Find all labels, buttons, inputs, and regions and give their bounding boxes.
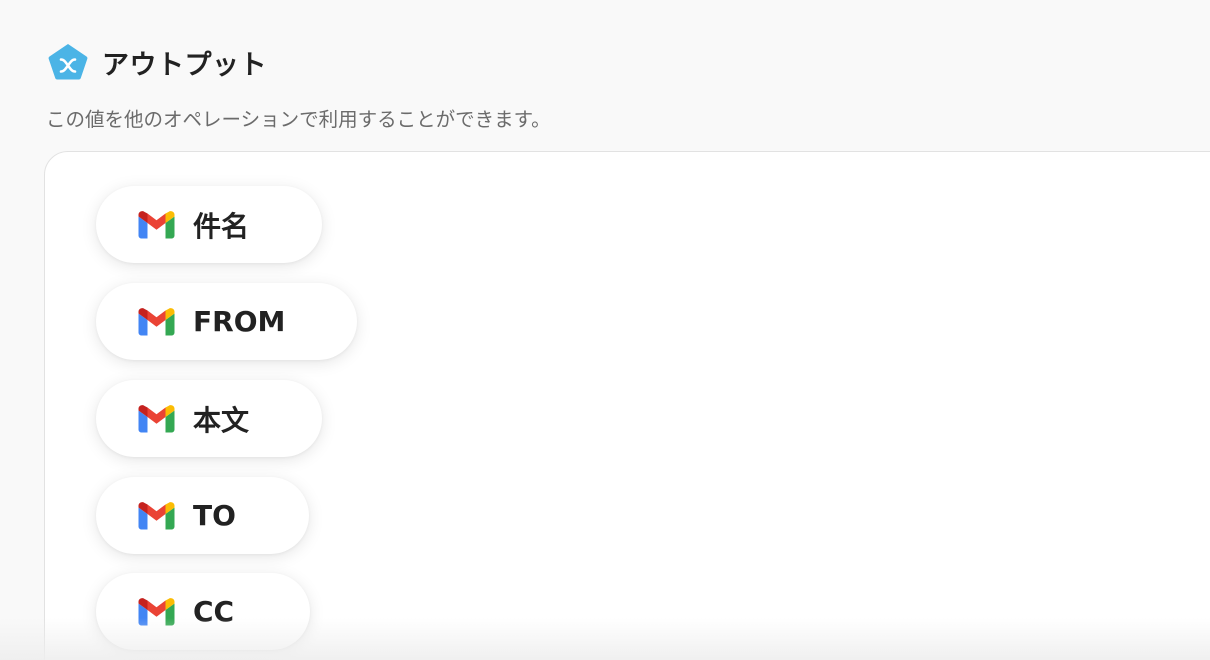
output-chip-cc[interactable]: CC — [96, 573, 310, 650]
gmail-icon — [138, 307, 175, 335]
gmail-icon — [138, 404, 175, 432]
output-panel: 件名 FROM 本文 TO CC — [44, 151, 1210, 660]
output-page: アウトプット この値を他のオペレーションで利用することができます。 件名 FRO… — [0, 0, 1210, 660]
output-chip-subject[interactable]: 件名 — [96, 186, 322, 263]
output-chip-label: FROM — [193, 305, 286, 338]
output-chip-label: CC — [193, 595, 235, 628]
gmail-icon — [138, 597, 175, 625]
page-title: アウトプット — [102, 49, 267, 81]
section-header: アウトプット — [47, 42, 267, 82]
output-chip-label: 件名 — [193, 209, 250, 243]
output-chip-label: 本文 — [193, 403, 250, 437]
output-chip-to[interactable]: TO — [96, 477, 309, 554]
output-chip-body[interactable]: 本文 — [96, 380, 322, 457]
yoom-pentagon-icon — [48, 44, 88, 80]
output-chip-from[interactable]: FROM — [96, 283, 357, 360]
gmail-icon — [138, 501, 175, 529]
section-description: この値を他のオペレーションで利用することができます。 — [46, 108, 551, 131]
output-chip-label: TO — [193, 499, 236, 532]
gmail-icon — [138, 210, 175, 238]
